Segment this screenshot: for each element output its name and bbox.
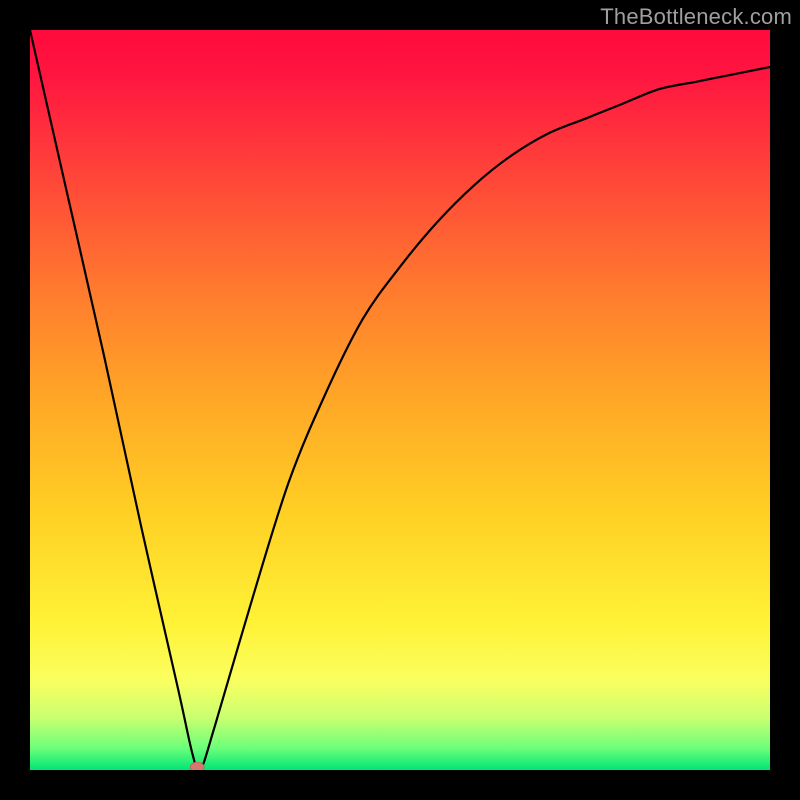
bottleneck-curve [30,30,770,770]
chart-frame: TheBottleneck.com [0,0,800,800]
plot-svg [30,30,770,770]
plot-area [30,30,770,770]
optimal-point-marker [190,762,204,770]
watermark-text: TheBottleneck.com [600,4,792,30]
